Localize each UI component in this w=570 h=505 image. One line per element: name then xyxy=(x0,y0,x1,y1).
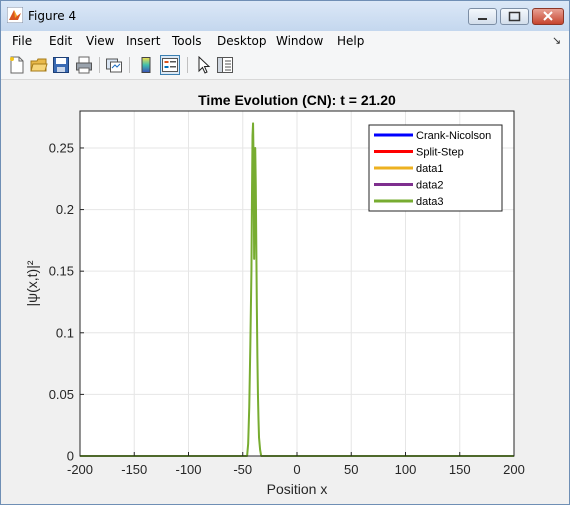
menu-tools[interactable]: Tools xyxy=(172,34,202,48)
menu-help[interactable]: Help xyxy=(337,34,364,48)
minimize-icon xyxy=(478,18,487,20)
y-tick-label: 0 xyxy=(67,449,74,464)
y-tick-label: 0.25 xyxy=(49,140,74,155)
link-figure-icon[interactable] xyxy=(105,56,123,74)
x-tick-label: 50 xyxy=(344,462,358,477)
legend-label-data3: data3 xyxy=(416,196,444,208)
chart-title: Time Evolution (CN): t = 21.20 xyxy=(198,92,396,108)
legend-label-crank-nicolson: Crank-Nicolson xyxy=(416,130,491,142)
menu-insert[interactable]: Insert xyxy=(126,34,160,48)
menu-view[interactable]: View xyxy=(86,34,114,48)
x-tick-label: 200 xyxy=(503,462,525,477)
menu-edit[interactable]: Edit xyxy=(49,34,72,48)
window-title: Figure 4 xyxy=(28,9,77,23)
x-tick-label: 100 xyxy=(395,462,417,477)
y-tick-label: 0.2 xyxy=(56,202,74,217)
y-tick-label: 0.1 xyxy=(56,325,74,340)
menu-bar: File Edit View Insert Tools Desktop Wind… xyxy=(1,31,569,51)
menu-file[interactable]: File xyxy=(12,34,32,48)
maximize-icon xyxy=(508,11,521,22)
legend-label-data1: data1 xyxy=(416,163,444,175)
title-bar[interactable]: Figure 4 xyxy=(1,1,569,31)
open-file-icon[interactable] xyxy=(30,56,48,74)
menu-window[interactable]: Window xyxy=(276,34,323,48)
toolbar-separator xyxy=(129,57,130,73)
dock-arrow-icon[interactable]: ↘ xyxy=(552,34,561,47)
save-icon[interactable] xyxy=(52,56,70,74)
x-axis-label: Position x xyxy=(267,481,328,497)
print-icon[interactable] xyxy=(75,56,93,74)
figure-canvas: -200 -150 -100 -50 0 50 100 150 200 0 0.05 0.1 0.15 0… xyxy=(7,80,563,498)
legend-label-split-step: Split-Step xyxy=(416,147,464,159)
figure-window: Figure 4 File Edit View Insert Tools Des… xyxy=(0,0,570,505)
legend-icon[interactable] xyxy=(160,55,180,75)
x-tick-label: 150 xyxy=(449,462,471,477)
x-tick-label: -200 xyxy=(67,462,93,477)
edit-plot-icon[interactable] xyxy=(195,56,213,74)
y-axis-label: |ψ(x,t)|² xyxy=(24,260,40,306)
maximize-button[interactable] xyxy=(500,8,529,25)
legend-glyph-icon xyxy=(162,58,178,72)
matlab-icon xyxy=(7,7,23,23)
chart-legend[interactable]: Crank-Nicolson Split-Step data1 data2 data3 xyxy=(368,124,503,212)
x-tick-label: -100 xyxy=(175,462,201,477)
figure-toolbar xyxy=(1,51,569,80)
menu-desktop[interactable]: Desktop xyxy=(217,34,267,48)
toolbar-separator xyxy=(187,57,188,73)
toolbar-separator xyxy=(99,57,100,73)
minimize-button[interactable] xyxy=(468,8,497,25)
x-tick-label: -150 xyxy=(121,462,147,477)
y-tick-label: 0.15 xyxy=(49,264,74,279)
close-button[interactable] xyxy=(532,8,564,25)
property-inspector-icon[interactable] xyxy=(216,56,234,74)
x-tick-label: -50 xyxy=(233,462,252,477)
x-tick-label: 0 xyxy=(293,462,300,477)
legend-label-data2: data2 xyxy=(416,180,444,192)
colorbar-icon[interactable] xyxy=(137,56,155,74)
y-tick-label: 0.05 xyxy=(49,387,74,402)
new-figure-icon[interactable] xyxy=(8,56,26,74)
plot-figure[interactable]: -200 -150 -100 -50 0 50 100 150 200 0 0.05 0.1 0.15 0… xyxy=(7,80,563,498)
close-icon xyxy=(543,11,553,21)
